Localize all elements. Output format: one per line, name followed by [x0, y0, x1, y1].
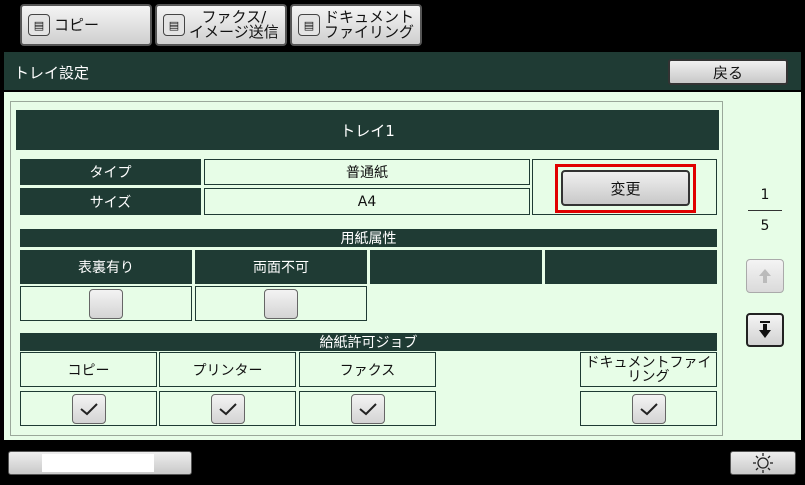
check-icon — [79, 402, 98, 415]
job-cell-printer — [159, 391, 296, 426]
document-filing-icon: ▤ — [298, 14, 320, 36]
check-icon — [639, 402, 658, 415]
size-label-text: サイズ — [89, 194, 132, 211]
type-label: タイプ — [20, 159, 201, 185]
status-bar-display — [42, 454, 154, 472]
tab-filing-label-2: ファイリング — [324, 23, 415, 41]
job-cell-document-filing — [580, 391, 717, 426]
size-value-text: A4 — [357, 193, 377, 210]
paper-attributes-title: 用紙属性 — [340, 231, 397, 247]
arrow-down-icon — [759, 321, 771, 338]
copy-icon: ▤ — [28, 14, 50, 36]
fax-job-checkbox[interactable] — [350, 393, 385, 424]
fax-icon: ▤ — [163, 14, 185, 36]
tab-fax-label-2: イメージ送信 — [189, 23, 279, 41]
paper-attr-cell-1 — [20, 286, 192, 321]
job-col-document-filing: ドキュメントファイリング — [580, 352, 717, 387]
paper-attributes-header: 用紙属性 — [20, 229, 717, 247]
paper-attr-col-3 — [370, 250, 542, 284]
back-button[interactable]: 戻る — [668, 59, 788, 85]
job-col-copy: コピー — [20, 352, 157, 387]
size-label: サイズ — [20, 188, 201, 215]
job-col-printer: プリンター — [159, 352, 296, 387]
duplex-disabled-checkbox[interactable] — [264, 288, 298, 319]
printer-job-checkbox[interactable] — [210, 393, 245, 424]
page-up-button[interactable] — [746, 259, 784, 293]
page-divider — [748, 210, 782, 211]
document-filing-job-checkbox[interactable] — [631, 393, 666, 424]
allowed-jobs-header: 給紙許可ジョブ — [20, 333, 717, 351]
check-icon — [218, 402, 237, 415]
brightness-button[interactable] — [730, 451, 796, 475]
job-cell-copy — [20, 391, 157, 426]
copy-job-checkbox[interactable] — [71, 393, 106, 424]
allowed-jobs-title: 給紙許可ジョブ — [319, 335, 418, 351]
brightness-icon — [753, 453, 773, 473]
type-value-text: 普通紙 — [346, 165, 388, 181]
size-value: A4 — [204, 188, 530, 215]
tab-document-filing[interactable]: ▤ ドキュメント ファイリング — [290, 4, 422, 46]
paper-attr-col-4 — [545, 250, 717, 284]
tab-copy-label: コピー — [54, 15, 100, 34]
page-current: 1 — [760, 187, 770, 203]
paper-attr-cell-2 — [195, 286, 367, 321]
page-total: 5 — [760, 218, 770, 234]
double-sided-print-checkbox[interactable] — [89, 288, 123, 319]
job-col-fax: ファクス — [299, 352, 436, 387]
type-value: 普通紙 — [204, 159, 530, 185]
change-button[interactable]: 変更 — [561, 170, 690, 206]
tray-title: トレイ1 — [16, 110, 719, 150]
tab-fax-image-send[interactable]: ▤ ファクス/ イメージ送信 — [155, 4, 287, 46]
paper-attr-col-1-label: 表裏有り — [78, 260, 134, 276]
job-col-copy-label: コピー — [67, 362, 110, 379]
job-col-printer-label: プリンター — [192, 362, 263, 379]
page-title: トレイ設定 — [14, 64, 90, 82]
job-col-fax-label: ファクス — [339, 362, 396, 379]
arrow-up-icon — [759, 269, 771, 283]
check-icon — [358, 402, 377, 415]
page-down-button[interactable] — [746, 313, 784, 347]
tray-title-label: トレイ1 — [340, 121, 395, 140]
paper-attr-col-1: 表裏有り — [20, 250, 192, 284]
job-col-document-filing-label: ドキュメントファイリング — [585, 354, 712, 385]
tab-copy[interactable]: ▤ コピー — [20, 4, 152, 46]
paper-attr-col-2-label: 両面不可 — [253, 260, 309, 276]
paper-attr-col-2: 両面不可 — [195, 250, 367, 284]
job-cell-fax — [299, 391, 436, 426]
change-button-label: 変更 — [610, 179, 641, 198]
type-label-text: タイプ — [89, 165, 132, 181]
